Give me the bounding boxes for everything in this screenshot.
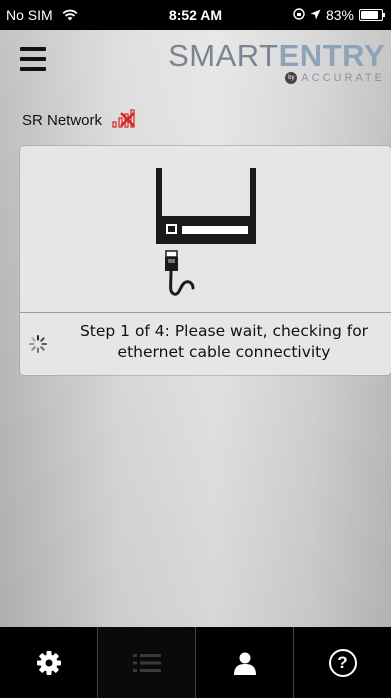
logo-by: by [285,72,298,84]
hamburger-icon-line [20,57,46,61]
logo-smart: SMART [168,38,279,73]
logo-accurate: ACCURATE [301,72,385,84]
step-status-text: Step 1 of 4: Please wait, checking for e… [79,322,369,361]
logo-entry: ENTRY [278,38,385,73]
sr-network-status: SR Network [22,108,138,133]
battery-percent: 83% [325,7,354,23]
help-icon: ? [328,648,357,677]
location-icon [310,7,321,23]
orientation-lock-icon [293,7,305,23]
list-icon [132,653,161,673]
menu-button[interactable] [20,47,46,71]
sr-network-label: SR Network [22,112,103,129]
loading-spinner-icon [28,334,48,354]
logo-byline: by ACCURATE [285,72,385,84]
battery-icon [359,9,385,21]
smartentry-logo: SMARTENTRY by ACCURATE [168,36,385,92]
logo-wordmark: SMARTENTRY [168,38,385,74]
tab-help[interactable]: ? [293,627,391,698]
step-status-row: Step 1 of 4: Please wait, checking for e… [20,316,391,374]
card-divider [20,312,391,313]
status-right: 83% [293,7,385,23]
no-signal-icon [112,108,138,133]
status-bar: No SIM 8:52 AM 83% [0,0,391,30]
tab-list[interactable] [97,627,195,698]
tab-user[interactable] [195,627,293,698]
ethernet-device-icon [20,146,391,312]
bottom-tab-bar: ? [0,627,391,698]
connection-status-card: Step 1 of 4: Please wait, checking for e… [20,146,391,375]
user-icon [233,651,257,675]
gear-icon [36,650,62,676]
hamburger-icon-line [20,67,46,71]
tab-settings[interactable] [0,627,97,698]
hamburger-icon-line [20,47,46,51]
